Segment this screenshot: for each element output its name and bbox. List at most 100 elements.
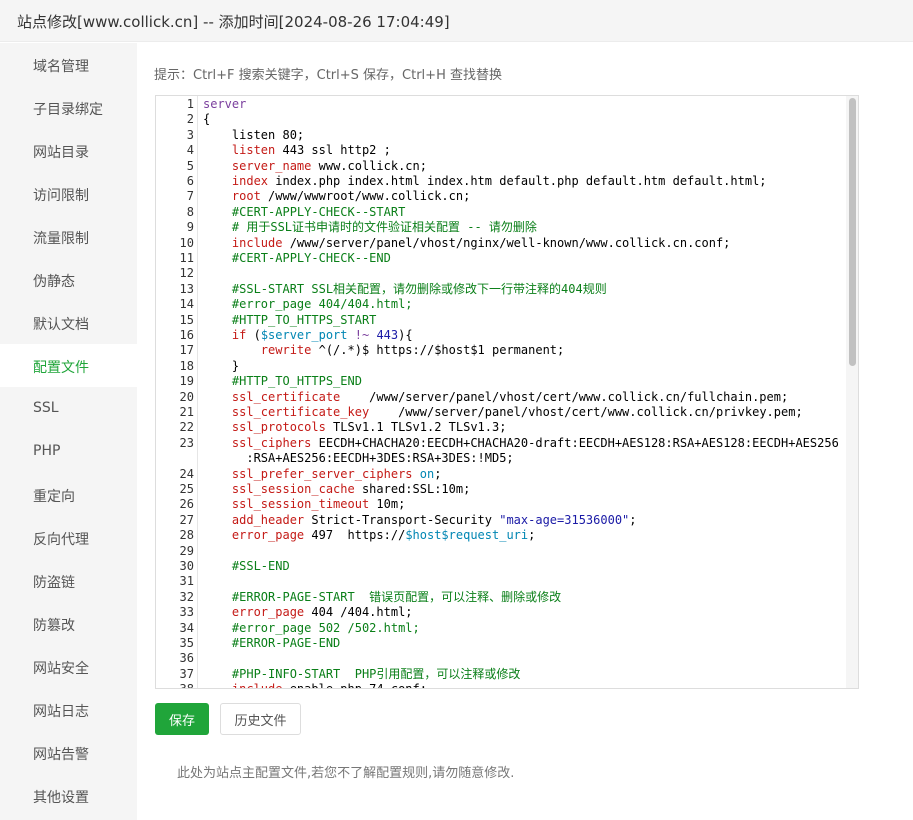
line-number: 29 xyxy=(179,543,194,558)
code-token: ssl_prefer_server_ciphers xyxy=(231,466,413,481)
code-line[interactable]: 38 include enable-php-74.conf; xyxy=(156,682,856,688)
code-line[interactable]: 23 ssl_ciphers EECDH+CHACHA20:EECDH+CHAC… xyxy=(156,436,856,451)
code-line[interactable]: 37 #PHP-INFO-START PHP引用配置，可以注释或修改 xyxy=(156,667,856,682)
sidebar-item-label: 反向代理 xyxy=(33,532,89,548)
code-line[interactable]: 17 rewrite ^(/.*)$ https://$host$1 perma… xyxy=(156,343,856,358)
sidebar-item[interactable]: 访问限制 xyxy=(0,172,137,215)
sidebar-item-label: 伪静态 xyxy=(33,274,75,290)
code-text: rewrite ^(/.*)$ https://$host$1 permanen… xyxy=(203,343,564,358)
scrollbar-thumb[interactable] xyxy=(849,98,856,366)
code-line[interactable]: 3 listen 80; xyxy=(156,128,856,143)
sidebar-item[interactable]: SSL xyxy=(0,387,137,430)
sidebar-item[interactable]: 其他设置 xyxy=(0,774,137,817)
code-line[interactable]: 20 ssl_certificate /www/server/panel/vho… xyxy=(156,390,856,405)
code-line[interactable]: 29 xyxy=(156,544,856,559)
sidebar-item[interactable]: 默认文档 xyxy=(0,301,137,344)
line-number: 2 xyxy=(186,112,194,127)
code-line[interactable]: 26 ssl_session_timeout 10m; xyxy=(156,497,856,512)
code-token: 10m; xyxy=(369,497,406,512)
code-line[interactable]: 21 ssl_certificate_key /www/server/panel… xyxy=(156,405,856,420)
code-line[interactable]: 13 #SSL-START SSL相关配置，请勿删除或修改下一行带注释的404规… xyxy=(156,282,856,297)
editor-scrollbar[interactable] xyxy=(846,96,858,688)
code-line[interactable]: 12 xyxy=(156,266,856,281)
code-line[interactable]: 2{ xyxy=(156,112,856,127)
sidebar-item-label: SSL xyxy=(33,400,59,416)
code-line[interactable]: 5 server_name www.collick.cn; xyxy=(156,159,856,174)
sidebar-item[interactable]: 网站日志 xyxy=(0,688,137,731)
code-text: root /www/wwwroot/www.collick.cn; xyxy=(203,189,470,204)
code-text: ssl_session_cache shared:SSL:10m; xyxy=(203,482,470,497)
code-text: #CERT-APPLY-CHECK--END xyxy=(203,251,391,266)
sidebar-item[interactable]: 流量限制 xyxy=(0,215,137,258)
code-line[interactable]: 10 include /www/server/panel/vhost/nginx… xyxy=(156,236,856,251)
code-token: on xyxy=(419,466,435,481)
code-line[interactable]: 22 ssl_protocols TLSv1.1 TLSv1.2 TLSv1.3… xyxy=(156,420,856,435)
code-line[interactable]: 9 # 用于SSL证书申请时的文件验证相关配置 -- 请勿删除 xyxy=(156,220,856,235)
code-token: { xyxy=(203,112,211,127)
code-line[interactable]: 25 ssl_session_cache shared:SSL:10m; xyxy=(156,482,856,497)
code-line[interactable]: 28 error_page 497 https://$host$request_… xyxy=(156,528,856,543)
sidebar-item[interactable]: PHP xyxy=(0,430,137,473)
code-line[interactable]: 11 #CERT-APPLY-CHECK--END xyxy=(156,251,856,266)
line-number: 37 xyxy=(179,666,194,681)
code-token: #CERT-APPLY-CHECK--END xyxy=(203,251,391,265)
config-editor[interactable]: 1 server 2{3 listen 80; 4 listen 443 ssl ht… xyxy=(155,95,859,689)
sidebar-item[interactable]: 网站告警 xyxy=(0,731,137,774)
code-line[interactable]: 27 add_header Strict-Transport-Security … xyxy=(156,513,856,528)
history-files-button[interactable]: 历史文件 xyxy=(220,703,301,735)
code-line[interactable]: 36 xyxy=(156,651,856,666)
save-button[interactable]: 保存 xyxy=(155,703,209,735)
code-line[interactable]: :RSA+AES256:EECDH+3DES:RSA+3DES:!MD5; xyxy=(156,451,856,466)
code-token: #ERROR-PAGE-START 错误页配置，可以注释、删除或修改 xyxy=(203,589,562,604)
code-token: ssl_session_cache xyxy=(231,482,355,496)
sidebar-item[interactable]: 防盗链 xyxy=(0,559,137,602)
sidebar-item[interactable]: 伪静态 xyxy=(0,258,137,301)
sidebar-item[interactable]: 域名管理 xyxy=(0,43,137,86)
code-line[interactable]: 32 #ERROR-PAGE-START 错误页配置，可以注释、删除或修改 xyxy=(156,590,856,605)
line-number: 1 xyxy=(186,97,194,111)
line-number: 38 xyxy=(156,682,194,688)
code-line[interactable]: 19 #HTTP_TO_HTTPS_END xyxy=(156,374,856,389)
line-number: 31 xyxy=(179,574,194,589)
code-line[interactable]: 24 ssl_prefer_server_ciphers on; xyxy=(156,467,856,482)
code-line[interactable]: 7 root /www/wwwroot/www.collick.cn; xyxy=(156,189,856,204)
code-line[interactable]: 1 server xyxy=(156,97,856,112)
code-token: ; xyxy=(528,528,536,543)
code-token: error_page xyxy=(231,528,305,543)
sidebar-item[interactable]: 网站安全 xyxy=(0,645,137,688)
code-line[interactable]: 4 listen 443 ssl http2 ; xyxy=(156,143,856,158)
code-token: EECDH+CHACHA20:EECDH+CHACHA20-draft:EECD… xyxy=(311,435,839,450)
code-token: #HTTP_TO_HTTPS_END xyxy=(203,374,362,389)
code-line[interactable]: 30 #SSL-END xyxy=(156,559,856,574)
line-number: 4 xyxy=(186,143,194,158)
code-line[interactable]: 18 } xyxy=(156,359,856,374)
line-number: 7 xyxy=(186,189,194,204)
line-number: 30 xyxy=(179,559,194,573)
sidebar-item[interactable]: 重定向 xyxy=(0,473,137,516)
code-line[interactable]: 14 #error_page 404/404.html; xyxy=(156,297,856,312)
code-line[interactable]: 8 #CERT-APPLY-CHECK--START xyxy=(156,205,856,220)
sidebar-item[interactable]: 配置文件 xyxy=(0,344,137,387)
code-line[interactable]: 16 if ($server_port !~ 443){ xyxy=(156,328,856,343)
code-token: shared:SSL:10m; xyxy=(354,482,471,496)
code-token: #error_page 502 /502.html; xyxy=(203,620,420,635)
code-line[interactable]: 33 error_page 404 /404.html; xyxy=(156,605,856,620)
sidebar-item[interactable]: 防篡改 xyxy=(0,602,137,645)
code-line[interactable]: 6 index index.php index.html index.htm d… xyxy=(156,174,856,189)
line-number: 6 xyxy=(186,174,194,188)
code-line[interactable]: 31 xyxy=(156,574,856,589)
code-line[interactable]: 35 #ERROR-PAGE-END xyxy=(156,636,856,651)
code-token: #SSL-START SSL相关配置，请勿删除或修改下一行带注释的404规则 xyxy=(203,281,607,296)
code-token: ; xyxy=(434,466,442,481)
sidebar-item-label: 网站目录 xyxy=(33,145,89,161)
sidebar-item[interactable]: 网站目录 xyxy=(0,129,137,172)
code-line[interactable]: 15 #HTTP_TO_HTTPS_START xyxy=(156,313,856,328)
sidebar-item[interactable]: 子目录绑定 xyxy=(0,86,137,129)
code-line[interactable]: 34 #error_page 502 /502.html; xyxy=(156,621,856,636)
code-area[interactable]: 1 server 2{3 listen 80; 4 listen 443 ssl ht… xyxy=(156,96,858,688)
sidebar-item[interactable]: 反向代理 xyxy=(0,516,137,559)
code-token: :RSA+AES256:EECDH+3DES:RSA+3DES:!MD5; xyxy=(203,451,514,466)
line-number: 13 xyxy=(179,281,194,296)
